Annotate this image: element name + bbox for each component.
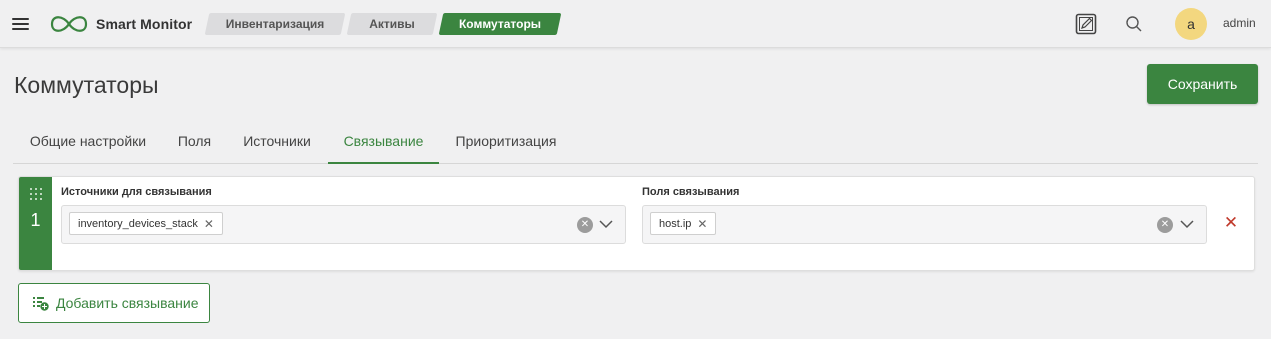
- source-chip-label: inventory_devices_stack: [78, 217, 198, 230]
- top-bar: Smart Monitor Инвентаризация Активы Комм…: [0, 0, 1271, 48]
- chevron-down-icon[interactable]: [1180, 219, 1194, 229]
- tab-bar: Общие настройки Поля Источники Связывани…: [13, 124, 1258, 164]
- add-linking-label: Добавить связывание: [56, 295, 199, 311]
- field-chip: host.ip ✕: [650, 212, 717, 235]
- breadcrumb-label: Активы: [369, 17, 415, 31]
- fields-label: Поля связывания: [642, 186, 740, 198]
- app-logo[interactable]: Smart Monitor: [49, 14, 192, 34]
- breadcrumb-item-inventory[interactable]: Инвентаризация: [204, 13, 346, 35]
- sources-select[interactable]: inventory_devices_stack ✕ ✕: [61, 205, 626, 244]
- clear-icon[interactable]: ✕: [1157, 217, 1173, 233]
- notes-icon[interactable]: [1075, 13, 1097, 35]
- add-list-icon: [33, 297, 49, 311]
- row-handle-strip: 1: [19, 177, 52, 270]
- breadcrumb-item-switches[interactable]: Коммутаторы: [438, 13, 562, 35]
- tab-fields[interactable]: Поля: [163, 124, 226, 164]
- drag-handle-icon[interactable]: [29, 187, 42, 200]
- chevron-down-icon[interactable]: [599, 219, 613, 229]
- row-number: 1: [30, 210, 41, 230]
- avatar[interactable]: a: [1175, 8, 1207, 40]
- linking-row: 1 Источники для связывания inventory_dev…: [18, 176, 1255, 271]
- clear-icon[interactable]: ✕: [577, 217, 593, 233]
- tab-sources[interactable]: Источники: [226, 124, 328, 164]
- remove-row-icon[interactable]: ✕: [1223, 214, 1239, 231]
- source-chip: inventory_devices_stack ✕: [69, 212, 223, 235]
- save-button[interactable]: Сохранить: [1147, 64, 1258, 104]
- tab-linking[interactable]: Связывание: [328, 124, 439, 164]
- tab-general-settings[interactable]: Общие настройки: [13, 124, 163, 164]
- breadcrumb-label: Коммутаторы: [458, 17, 542, 31]
- chip-remove-icon[interactable]: ✕: [697, 218, 707, 230]
- username[interactable]: admin: [1223, 16, 1256, 30]
- sources-label: Источники для связывания: [61, 186, 212, 198]
- page-title: Коммутаторы: [14, 72, 159, 98]
- logo-icon: [50, 16, 88, 32]
- fields-select[interactable]: host.ip ✕ ✕: [642, 205, 1207, 244]
- add-linking-button[interactable]: Добавить связывание: [18, 283, 210, 323]
- search-icon[interactable]: [1125, 15, 1143, 33]
- app-name: Smart Monitor: [96, 16, 193, 32]
- tab-prioritization[interactable]: Приоритизация: [439, 124, 573, 164]
- breadcrumb-label: Инвентаризация: [225, 17, 325, 31]
- field-chip-label: host.ip: [659, 217, 692, 230]
- breadcrumb-item-assets[interactable]: Активы: [346, 13, 438, 35]
- menu-icon[interactable]: [11, 14, 31, 34]
- chip-remove-icon[interactable]: ✕: [204, 218, 214, 230]
